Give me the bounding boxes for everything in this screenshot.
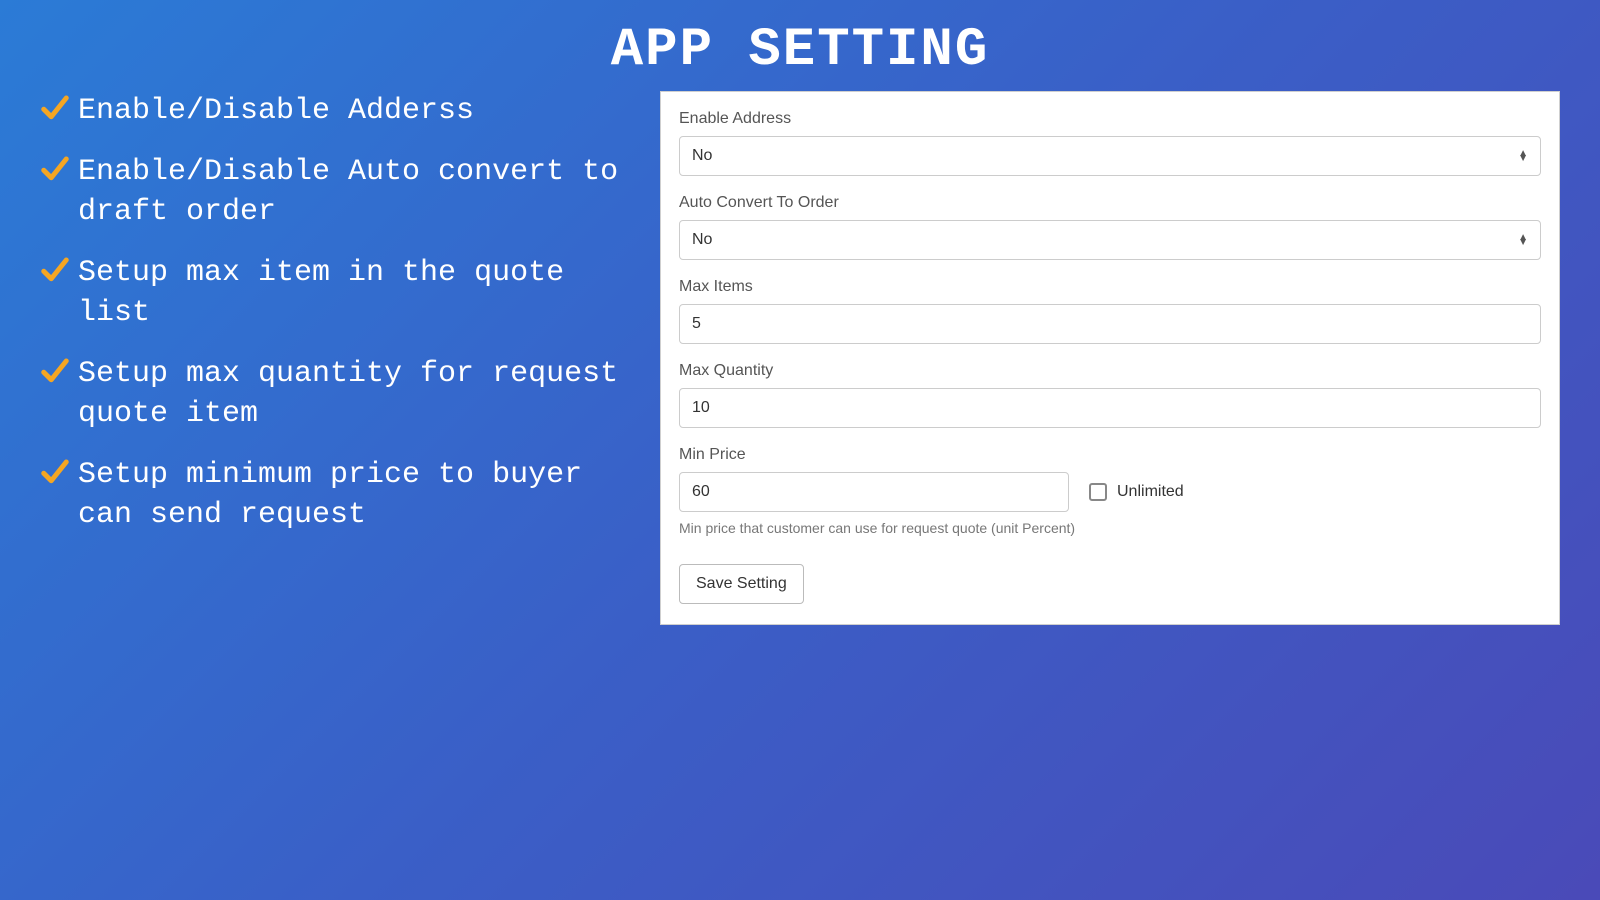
feature-text: Setup max item in the quote list (78, 253, 640, 334)
auto-convert-label: Auto Convert To Order (679, 194, 1541, 212)
min-price-help: Min price that customer can use for requ… (679, 520, 1541, 536)
enable-address-label: Enable Address (679, 110, 1541, 128)
unlimited-label: Unlimited (1117, 483, 1184, 501)
feature-text: Enable/Disable Adderss (78, 91, 474, 132)
page-title: APP SETTING (40, 20, 1560, 81)
feature-item: Setup max item in the quote list (40, 253, 640, 334)
feature-item: Enable/Disable Adderss (40, 91, 640, 132)
check-icon (40, 255, 70, 290)
feature-text: Enable/Disable Auto convert to draft ord… (78, 152, 640, 233)
check-icon (40, 154, 70, 189)
check-icon (40, 457, 70, 492)
save-setting-button[interactable]: Save Setting (679, 564, 804, 604)
select-arrows-icon: ▲▼ (1518, 235, 1528, 245)
check-icon (40, 356, 70, 391)
check-icon (40, 93, 70, 128)
feature-list: Enable/Disable Adderss Enable/Disable Au… (40, 91, 640, 880)
feature-item: Setup max quantity for request quote ite… (40, 354, 640, 435)
max-items-input[interactable] (679, 304, 1541, 344)
max-quantity-label: Max Quantity (679, 362, 1541, 380)
max-items-label: Max Items (679, 278, 1541, 296)
auto-convert-value: No (692, 231, 712, 249)
feature-item: Enable/Disable Auto convert to draft ord… (40, 152, 640, 233)
min-price-input[interactable] (679, 472, 1069, 512)
feature-item: Setup minimum price to buyer can send re… (40, 455, 640, 536)
enable-address-value: No (692, 147, 712, 165)
settings-form: Enable Address No ▲▼ Auto Convert To Ord… (660, 91, 1560, 625)
enable-address-select[interactable]: No ▲▼ (679, 136, 1541, 176)
feature-text: Setup max quantity for request quote ite… (78, 354, 640, 435)
max-quantity-input[interactable] (679, 388, 1541, 428)
feature-text: Setup minimum price to buyer can send re… (78, 455, 640, 536)
unlimited-checkbox[interactable] (1089, 483, 1107, 501)
auto-convert-select[interactable]: No ▲▼ (679, 220, 1541, 260)
min-price-label: Min Price (679, 446, 1541, 464)
select-arrows-icon: ▲▼ (1518, 151, 1528, 161)
